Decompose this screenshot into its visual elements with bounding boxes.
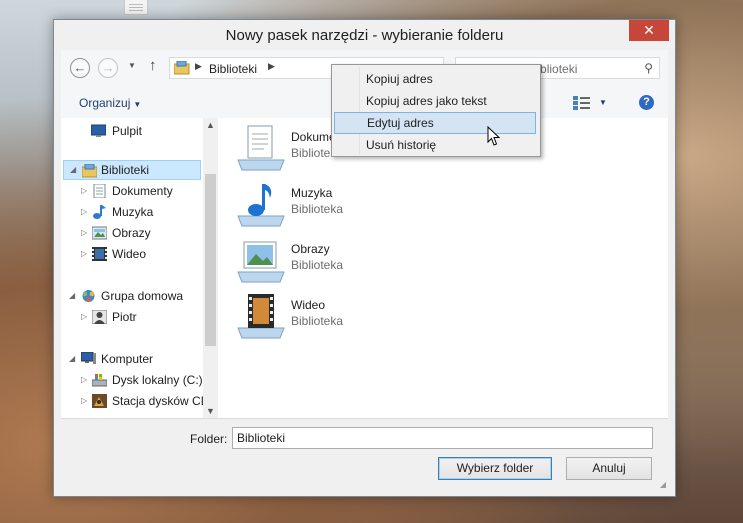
- library-tile-wideo[interactable]: Wideo Biblioteka: [236, 292, 436, 344]
- pictures-icon: [92, 226, 107, 240]
- homegroup-icon: [82, 290, 95, 302]
- library-name: Obrazy: [291, 242, 330, 256]
- tree-item-label: Komputer: [101, 352, 154, 366]
- tree-item-label: Biblioteki: [101, 163, 150, 177]
- libraries-icon: [82, 164, 97, 178]
- breadcrumb-libraries[interactable]: Biblioteki: [209, 62, 257, 76]
- expanded-arrow-icon[interactable]: ◢: [70, 161, 76, 179]
- documents-library-icon: [237, 125, 285, 171]
- tree-item-obrazy[interactable]: ▷ Obrazy: [61, 223, 201, 243]
- tree-item-label: Wideo: [112, 247, 147, 261]
- tree-item-dysk-lokalny[interactable]: ▷ Dysk lokalny (C:): [61, 370, 203, 390]
- folder-input-value: Biblioteki: [237, 431, 286, 445]
- tree-item-label: Dokumenty: [112, 184, 173, 198]
- computer-icon: [81, 352, 96, 364]
- recent-locations-button[interactable]: ▼: [128, 61, 136, 70]
- desktop-file-icon[interactable]: [124, 0, 148, 15]
- folder-label: Folder:: [190, 432, 228, 446]
- tree-item-piotr[interactable]: ▷ Piotr: [61, 307, 201, 327]
- view-options-icon[interactable]: [573, 96, 591, 110]
- tree-item-komputer[interactable]: ◢ Komputer: [61, 349, 201, 369]
- collapsed-arrow-icon[interactable]: ▷: [81, 391, 87, 411]
- menu-item-copy-address[interactable]: Kopiuj adres: [334, 68, 536, 90]
- chevron-down-icon: ▼: [133, 100, 142, 109]
- tree-item-grupa-domowa[interactable]: ◢ Grupa domowa: [61, 286, 201, 306]
- select-folder-button[interactable]: Wybierz folder: [438, 457, 552, 480]
- tree-item-label: Muzyka: [112, 205, 154, 219]
- local-disk-icon: [92, 374, 107, 387]
- expanded-arrow-icon[interactable]: ◢: [69, 349, 75, 369]
- menu-item-edit-address[interactable]: Edytuj adres: [334, 112, 536, 134]
- menu-item-delete-history[interactable]: Usuń historię: [334, 134, 536, 156]
- tree-item-biblioteki[interactable]: ◢ Biblioteki: [63, 160, 201, 180]
- documents-icon: [93, 184, 106, 198]
- tree-item-label: Grupa domowa: [101, 289, 184, 303]
- collapsed-arrow-icon[interactable]: ▷: [81, 370, 87, 390]
- music-icon: [93, 205, 106, 219]
- collapsed-arrow-icon[interactable]: ▷: [81, 181, 87, 201]
- navigation-scrollbar[interactable]: ▲ ▼: [203, 118, 218, 418]
- arrow-right-icon: →: [101, 60, 115, 75]
- scroll-thumb[interactable]: [205, 174, 216, 346]
- folder-input[interactable]: Biblioteki: [232, 427, 653, 449]
- libraries-icon: [174, 61, 190, 75]
- library-type: Biblioteka: [291, 202, 344, 216]
- forward-button[interactable]: →: [98, 58, 118, 78]
- library-tile-obrazy[interactable]: Obrazy Biblioteka: [236, 236, 436, 288]
- menu-item-copy-address-as-text[interactable]: Kopiuj adres jako tekst: [334, 90, 536, 112]
- tree-item-muzyka[interactable]: ▷ Muzyka: [61, 202, 201, 222]
- chevron-down-icon: ▼: [128, 61, 136, 70]
- library-name: Muzyka: [291, 186, 333, 200]
- tree-item-label: Pulpit: [112, 124, 143, 138]
- breadcrumb-chevron-icon[interactable]: ▶: [195, 61, 202, 72]
- library-type: Biblioteka: [291, 258, 344, 272]
- breadcrumb-chevron-icon[interactable]: ▶: [268, 61, 275, 72]
- file-list[interactable]: Dokumenty Biblioteka Muzyka Biblioteka O…: [218, 118, 668, 418]
- help-button[interactable]: ?: [639, 95, 654, 110]
- chevron-down-icon: ▼: [599, 98, 607, 107]
- mouse-cursor-icon: [487, 126, 501, 146]
- window-title: Nowy pasek narzędzi - wybieranie folderu: [225, 27, 504, 44]
- video-icon: [92, 247, 107, 261]
- cd-drive-icon: [92, 394, 107, 408]
- expanded-arrow-icon[interactable]: ◢: [69, 286, 75, 306]
- collapsed-arrow-icon[interactable]: ▷: [81, 307, 87, 327]
- dialog-footer: Folder: Biblioteki Wybierz folder Anuluj…: [61, 418, 668, 491]
- collapsed-arrow-icon[interactable]: ▷: [81, 223, 87, 243]
- pictures-library-icon: [237, 241, 285, 283]
- cancel-button[interactable]: Anuluj: [566, 457, 652, 480]
- back-button[interactable]: ←: [70, 58, 90, 78]
- library-name: Wideo: [291, 298, 326, 312]
- tree-item-pulpit[interactable]: Pulpit: [61, 121, 201, 141]
- search-icon[interactable]: ⚲: [644, 61, 653, 75]
- library-type: Biblioteka: [291, 314, 344, 328]
- collapsed-arrow-icon[interactable]: ▷: [81, 202, 87, 222]
- resize-grip-icon[interactable]: ◢: [660, 480, 666, 489]
- tree-item-wideo[interactable]: ▷ Wideo: [61, 244, 201, 264]
- scroll-down-icon[interactable]: ▼: [206, 406, 215, 416]
- tree-item-cd-drive[interactable]: ▷ Stacja dysków CD: [61, 391, 209, 411]
- tree-item-dokumenty[interactable]: ▷ Dokumenty: [61, 181, 201, 201]
- scroll-up-icon[interactable]: ▲: [206, 120, 215, 130]
- title-bar[interactable]: Nowy pasek narzędzi - wybieranie folderu…: [54, 20, 675, 50]
- address-context-menu: Kopiuj adres Kopiuj adres jako tekst Edy…: [331, 64, 541, 157]
- arrow-up-icon: ↑: [149, 57, 157, 74]
- music-library-icon: [237, 184, 285, 227]
- close-button[interactable]: ✕: [629, 20, 669, 41]
- arrow-left-icon: ←: [73, 60, 87, 75]
- tree-item-label: Obrazy: [112, 226, 151, 240]
- video-library-icon: [237, 294, 285, 339]
- tree-item-label: Dysk lokalny (C:): [112, 373, 203, 387]
- collapsed-arrow-icon[interactable]: ▷: [81, 244, 87, 264]
- view-dropdown-button[interactable]: ▼: [599, 98, 607, 107]
- user-icon: [92, 310, 107, 324]
- tree-item-label: Stacja dysków CD: [112, 394, 210, 408]
- organize-label: Organizuj: [79, 96, 131, 110]
- desktop-icon: [91, 124, 106, 137]
- navigation-pane[interactable]: Pulpit ◢ Biblioteki ▷ Dokumenty ▷ Muzyka…: [61, 118, 216, 418]
- tree-item-label: Piotr: [112, 310, 137, 324]
- organize-button[interactable]: Organizuj ▼: [79, 96, 141, 110]
- up-button[interactable]: ↑: [149, 57, 157, 74]
- library-tile-muzyka[interactable]: Muzyka Biblioteka: [236, 180, 436, 232]
